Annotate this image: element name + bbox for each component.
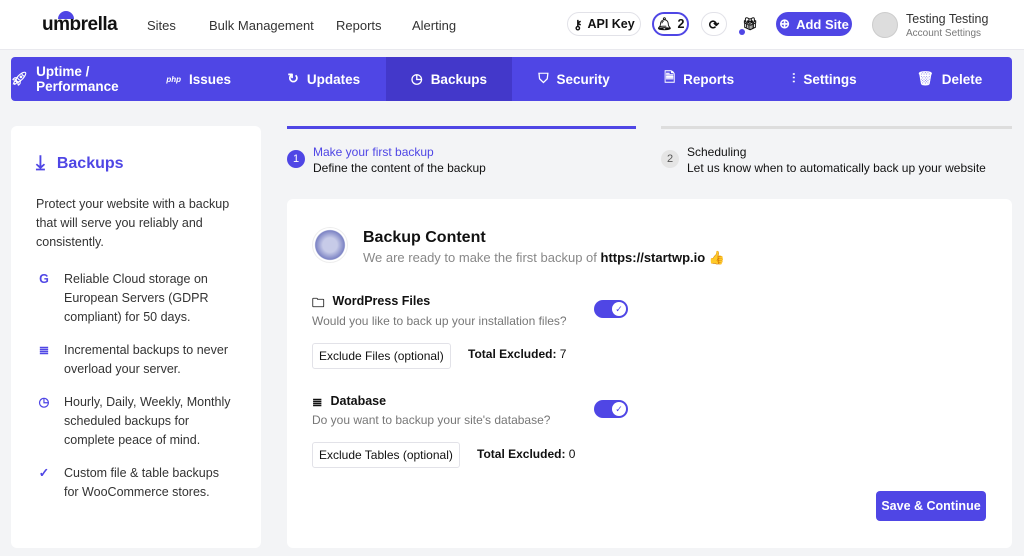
tab-issues[interactable]: php Issues (136, 57, 261, 101)
tab-reports[interactable]: 🗎 Reports (637, 57, 762, 101)
sliders-icon: ⫶ (791, 71, 796, 86)
notification-count: 2 (677, 17, 685, 31)
tab-label: Backups (430, 71, 487, 87)
step-1-progress (287, 126, 636, 129)
history-icon: ◷ (410, 71, 423, 86)
trash-icon: 🗑︎ (916, 71, 934, 86)
api-key-label: API Key (587, 17, 635, 31)
bell-icon: 🔔︎ (656, 16, 673, 31)
wordpress-files-desc: Would you like to back up your installat… (312, 314, 567, 328)
tab-backups[interactable]: ◷ Backups (386, 57, 512, 101)
subtitle-text: We are ready to make the first backup of (363, 250, 597, 265)
step-2-progress (661, 126, 1012, 129)
step-desc: Define the content of the backup (313, 161, 486, 175)
site-tabs: 🚀︎ Uptime / Performance php Issues ↻ Update… (11, 57, 1012, 101)
gift-icon: 🎁︎ (742, 16, 758, 31)
tab-delete[interactable]: 🗑︎ Delete (887, 57, 1012, 101)
database-icon: ≣ (312, 395, 323, 409)
feature-text: Custom file & table backups for WooComme… (64, 466, 219, 499)
nav-reports[interactable]: Reports (336, 18, 382, 33)
step-1[interactable]: 1 Make your first backup Define the conten… (287, 144, 486, 176)
step-title: Scheduling (687, 145, 747, 159)
add-site-button[interactable]: ⊕ Add Site (776, 12, 852, 36)
step-desc: Let us know when to automatically back u… (687, 161, 986, 175)
php-icon: php (166, 74, 181, 84)
tab-label: Security (556, 71, 610, 87)
nav-bulk-management[interactable]: Bulk Management (209, 18, 314, 33)
rocket-icon: 🚀︎ (11, 71, 29, 86)
excluded-label: Total Excluded: (477, 447, 566, 461)
file-icon: 🗎 (664, 69, 676, 85)
files-total-excluded: Total Excluded: 7 (468, 347, 566, 361)
sidebar-intro: Protect your website with a backup that … (36, 197, 230, 249)
tab-label: Reports (683, 71, 735, 87)
exclude-files-button[interactable]: Exclude Files (optional) (312, 343, 451, 369)
section-title: Database (330, 394, 387, 408)
feature-item: ✓ Custom file & table backups for WooComm… (36, 464, 236, 502)
step-number: 1 (287, 150, 305, 168)
shield-icon: ⛉ (538, 71, 549, 86)
excluded-count: 0 (568, 447, 576, 461)
logo-text: umbrella (42, 14, 118, 35)
tab-security[interactable]: ⛉ Security (512, 57, 637, 101)
step-title: Make your first backup (313, 145, 434, 159)
wordpress-files-toggle[interactable] (594, 300, 628, 318)
user-name: Testing Testing (906, 12, 989, 26)
excluded-label: Total Excluded: (468, 347, 557, 361)
tab-label: Issues (189, 71, 232, 87)
database-icon: ≣ (38, 343, 50, 357)
tab-updates[interactable]: ↻ Updates (261, 57, 386, 101)
exclude-tables-button[interactable]: Exclude Tables (optional) (312, 442, 460, 468)
tab-label: Settings (803, 71, 857, 87)
refresh-icon: ↻ (287, 71, 299, 86)
tab-uptime[interactable]: 🚀︎ Uptime / Performance (11, 57, 136, 101)
refresh-button[interactable]: ⟳ (701, 12, 727, 36)
step-number: 2 (661, 150, 679, 168)
excluded-count: 7 (559, 347, 567, 361)
clock-icon: ◷ (38, 395, 50, 409)
tables-total-excluded: Total Excluded: 0 (477, 447, 575, 461)
feature-item: ≣ Incremental backups to never overload y… (36, 341, 236, 379)
add-site-label: Add Site (796, 16, 849, 32)
plus-circle-icon: ⊕ (779, 16, 791, 31)
tab-settings[interactable]: ⫶ Settings (762, 57, 887, 101)
tab-label: Delete (941, 71, 983, 87)
step-2[interactable]: 2 Scheduling Let us know when to automatic… (661, 144, 986, 176)
google-icon: G (39, 272, 49, 286)
content-title: Backup Content (363, 229, 486, 246)
content-subtitle: We are ready to make the first backup of… (363, 250, 725, 266)
database-toggle[interactable] (594, 400, 628, 418)
folder-icon: 🗀 (312, 296, 325, 310)
nav-sites[interactable]: Sites (147, 18, 176, 33)
save-continue-button[interactable]: Save & Continue (876, 491, 986, 521)
tab-label: Updates (306, 71, 361, 87)
database-title: ≣ Database (312, 394, 386, 409)
feature-text: Hourly, Daily, Weekly, Monthly scheduled… (64, 395, 231, 447)
check-icon: ✓ (38, 466, 50, 480)
feature-item: ◷ Hourly, Daily, Weekly, Monthly schedule… (36, 393, 236, 450)
account-settings-link[interactable]: Account Settings (906, 28, 981, 39)
avatar[interactable] (872, 12, 898, 38)
database-desc: Do you want to backup your site's databa… (312, 413, 551, 427)
gift-dot (739, 29, 745, 35)
refresh-icon: ⟳ (708, 17, 720, 32)
backups-info-panel: ⤓ Backups Protect your website with a bac… (11, 126, 261, 548)
tab-label: Uptime / Performance (36, 64, 119, 94)
thumbs-up-icon: 👍 (708, 250, 726, 265)
nav-alerting[interactable]: Alerting (412, 18, 456, 33)
feature-text: Incremental backups to never overload yo… (64, 343, 228, 376)
section-title: WordPress Files (332, 294, 431, 308)
download-box-icon: ⤓ (36, 152, 45, 174)
wordpress-files-title: 🗀 WordPress Files (312, 294, 430, 315)
umbrella-logo[interactable]: umbrella (42, 11, 118, 36)
notifications-button[interactable]: 🔔︎ 2 (652, 12, 689, 36)
key-icon: ⚷ (573, 17, 583, 32)
feature-item: G Reliable Cloud storage on European Serv… (36, 270, 236, 327)
feature-text: Reliable Cloud storage on European Serve… (64, 272, 209, 324)
site-url: https://startwp.io (600, 250, 706, 265)
sidebar-title: Backups (56, 154, 124, 172)
globe-icon (312, 227, 348, 263)
api-key-button[interactable]: ⚷ API Key (567, 12, 641, 36)
